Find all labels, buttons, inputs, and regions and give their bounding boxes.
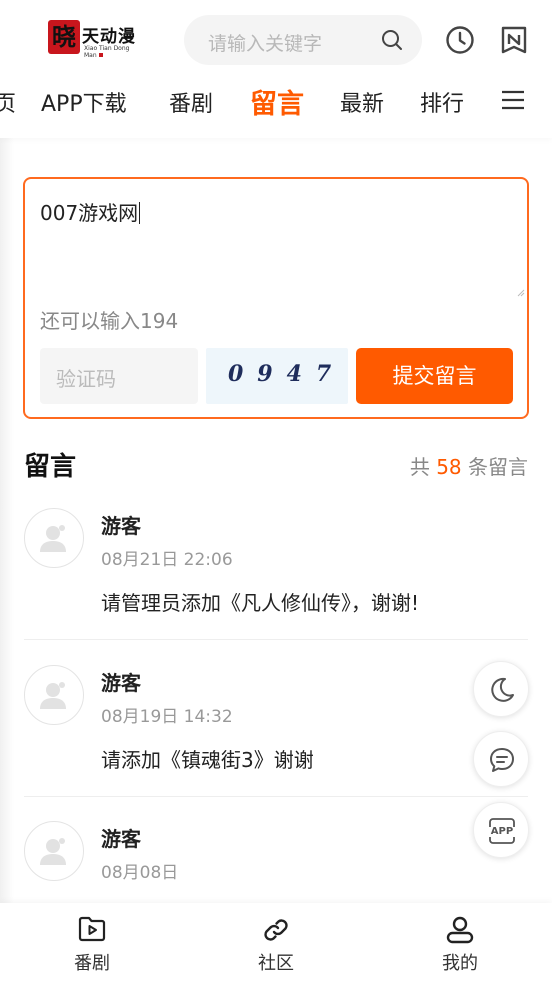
nav-item-app-download[interactable]: APP下载 xyxy=(41,86,127,118)
dark-mode-button[interactable] xyxy=(473,661,529,717)
search-icon[interactable] xyxy=(380,28,404,52)
nav-item-latest[interactable]: 最新 xyxy=(340,86,384,118)
avatar xyxy=(24,665,84,725)
svg-text:APP: APP xyxy=(491,826,513,837)
captcha-placeholder: 验证码 xyxy=(56,367,116,391)
search-placeholder: 请输入关键字 xyxy=(208,33,323,55)
divider xyxy=(24,796,528,797)
messages-heading: 留言 xyxy=(24,452,77,482)
bottom-tab-bar: 番剧 社区 我的 xyxy=(0,903,552,981)
chat-button[interactable] xyxy=(473,731,529,787)
site-logo[interactable]: 晓 天动漫 Xiao Tian Dong Man xyxy=(48,20,140,59)
logo-title: 天动漫 xyxy=(82,27,136,47)
nav-item-anime[interactable]: 番剧 xyxy=(169,86,213,118)
default-user-icon xyxy=(40,838,66,865)
comment-time: 08月19日 14:32 xyxy=(101,707,233,727)
captcha-code: 0947 xyxy=(228,361,346,387)
clock-icon[interactable] xyxy=(445,25,475,55)
captcha-image[interactable]: 0947 xyxy=(206,348,348,404)
comment-item: 游客 08月19日 14:32 请添加《镇魂街3》谢谢 xyxy=(24,665,528,797)
message-textarea[interactable]: 007游戏网 xyxy=(40,197,140,226)
link-icon xyxy=(264,919,288,941)
bookmark-icon[interactable] xyxy=(499,25,529,55)
nav-item-ranking[interactable]: 排行 xyxy=(420,86,464,118)
messages-count: 共 58 条留言 xyxy=(409,455,528,479)
tab-community[interactable]: 社区 xyxy=(216,903,336,981)
comment-author: 游客 xyxy=(101,827,141,851)
remaining-chars: 还可以输入194 xyxy=(40,309,179,333)
resize-handle-icon[interactable] xyxy=(517,289,525,297)
messages-count-number: 58 xyxy=(436,455,462,479)
comment-item: 游客 08月08日 xyxy=(24,821,528,901)
comment-author: 游客 xyxy=(101,514,141,538)
default-user-icon xyxy=(40,682,66,709)
app-icon: APP xyxy=(489,818,515,844)
tab-label: 我的 xyxy=(442,953,478,974)
tab-label: 番剧 xyxy=(74,953,110,974)
user-icon xyxy=(446,916,474,944)
hamburger-menu-icon[interactable] xyxy=(500,88,526,112)
nav-item-messages[interactable]: 留言 xyxy=(250,82,304,121)
captcha-input[interactable]: 验证码 xyxy=(40,348,198,404)
moon-icon xyxy=(491,677,514,702)
submit-message-button[interactable]: 提交留言 xyxy=(356,348,513,404)
page-edge-shadow xyxy=(0,138,14,908)
default-user-icon xyxy=(40,525,66,552)
category-nav: 页 APP下载 番剧 留言 最新 排行 xyxy=(0,78,552,124)
comment-body: 请管理员添加《凡人修仙传》，谢谢! xyxy=(101,591,420,615)
comment-item: 游客 08月21日 22:06 请管理员添加《凡人修仙传》，谢谢! xyxy=(24,508,528,640)
logo-subtitle: Xiao Tian Dong Man xyxy=(84,45,140,59)
divider xyxy=(24,639,528,640)
avatar xyxy=(24,821,84,881)
message-compose-form: 007游戏网 还可以输入194 验证码 0947 提交留言 xyxy=(23,177,529,419)
comment-time: 08月21日 22:06 xyxy=(101,550,233,570)
nav-item-home[interactable]: 页 xyxy=(0,86,16,118)
comment-body: 请添加《镇魂街3》谢谢 xyxy=(101,748,314,772)
avatar xyxy=(24,508,84,568)
header: 晓 天动漫 Xiao Tian Dong Man 请输入关键字 页 APP下载 … xyxy=(0,0,552,138)
app-download-button[interactable]: APP xyxy=(473,802,529,858)
search-box[interactable]: 请输入关键字 xyxy=(184,15,422,65)
tab-label: 社区 xyxy=(258,953,294,974)
play-folder-icon xyxy=(78,916,106,942)
logo-seal: 晓 xyxy=(48,20,80,54)
tab-mine[interactable]: 我的 xyxy=(400,903,520,981)
comment-time: 08月08日 xyxy=(101,863,179,883)
tab-anime[interactable]: 番剧 xyxy=(32,903,152,981)
chat-icon xyxy=(490,748,514,772)
comment-author: 游客 xyxy=(101,671,141,695)
